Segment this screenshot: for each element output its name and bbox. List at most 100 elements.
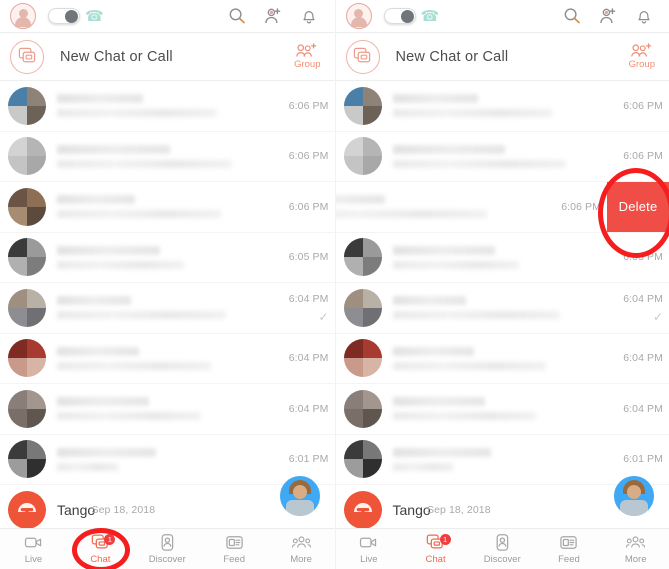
chat-list-item[interactable]: 6:04 PM xyxy=(0,384,335,435)
chat-timestamp: 6:06 PM xyxy=(288,99,329,112)
screenshot-pair: ☎ New Chat or Call Group 6:06 PM 6:06 PM… xyxy=(0,0,669,569)
chat-timestamp: 6:01 PM xyxy=(623,453,663,466)
floating-contact-avatar[interactable] xyxy=(613,475,655,517)
tango-timestamp: Sep 18, 2018 xyxy=(91,503,156,516)
compose-chat-icon[interactable] xyxy=(10,39,44,74)
chat-preview-text xyxy=(392,296,604,320)
chat-list-item[interactable]: 6:05 PM xyxy=(0,232,335,283)
chat-timestamp: 6:01 PM xyxy=(288,453,329,466)
avatar[interactable] xyxy=(343,86,382,125)
tab-live[interactable]: Live xyxy=(336,529,403,569)
chat-preview-text xyxy=(392,397,604,421)
chat-preview-text xyxy=(57,397,269,421)
profile-avatar[interactable] xyxy=(10,3,36,29)
avatar[interactable] xyxy=(343,288,382,327)
group-label: Group xyxy=(628,59,655,70)
tab-live[interactable]: Live xyxy=(0,529,67,569)
tab-chat[interactable]: 1 Chat xyxy=(67,529,134,569)
avatar[interactable] xyxy=(343,238,382,277)
avatar[interactable] xyxy=(8,339,46,378)
chat-list-item[interactable]: 6:06 PM xyxy=(0,182,335,233)
tab-feed[interactable]: Feed xyxy=(536,529,603,569)
tab-label: Discover xyxy=(483,554,521,565)
chat-list-left[interactable]: 6:06 PM 6:06 PM 6:06 PM 6:05 PM 6:04 PM ✓ 6:04… xyxy=(0,81,335,536)
tab-discover[interactable]: Discover xyxy=(469,529,536,569)
bell-icon[interactable] xyxy=(300,7,319,26)
avatar[interactable] xyxy=(8,389,46,428)
chat-timestamp: 6:05 PM xyxy=(623,251,663,264)
chat-preview-text xyxy=(57,245,269,269)
tab-label: Chat xyxy=(90,554,111,565)
new-chat-or-call-row[interactable]: New Chat or Call Group xyxy=(335,33,669,81)
call-toggle[interactable]: ☎ xyxy=(48,8,104,24)
phone-screen-after: ☎ New Chat or Call Group 6:06 PM 6:06 PM… xyxy=(334,0,669,569)
chat-timestamp: 6:06 PM xyxy=(288,200,329,213)
chat-list-item[interactable]: 6:04 PM xyxy=(335,384,669,435)
avatar[interactable] xyxy=(8,288,46,327)
chat-timestamp: 6:04 PM xyxy=(288,352,329,365)
floating-contact-avatar[interactable] xyxy=(278,475,321,517)
chat-list-item[interactable]: 6:04 PM ✓ xyxy=(0,283,335,334)
chat-list-item[interactable]: 6:06 PM xyxy=(335,81,669,132)
avatar[interactable] xyxy=(8,238,46,277)
chat-preview-text xyxy=(57,447,269,471)
avatar[interactable] xyxy=(343,137,382,176)
new-chat-or-call-row[interactable]: New Chat or Call Group xyxy=(0,33,335,81)
phone-icon: ☎ xyxy=(85,7,104,25)
chat-timestamp: 6:06 PM xyxy=(623,150,663,163)
chat-timestamp: 6:04 PM xyxy=(623,292,663,305)
bottom-tab-bar-left[interactable]: Live 1 Chat Discover Feed More xyxy=(0,528,335,569)
tab-badge: 1 xyxy=(439,534,451,545)
chat-preview-text xyxy=(57,195,269,219)
chat-list-item[interactable]: 6:04 PM xyxy=(335,333,669,384)
chat-list-item[interactable]: 6:01 PM xyxy=(335,434,669,485)
chat-list-item[interactable]: 6:06 PM Delete xyxy=(335,182,669,233)
search-icon[interactable] xyxy=(228,7,247,26)
create-group-button[interactable]: Group xyxy=(629,43,659,70)
tango-logo xyxy=(343,490,382,529)
add-contact-icon[interactable] xyxy=(264,7,283,26)
read-receipt-check-icon: ✓ xyxy=(652,309,663,324)
avatar[interactable] xyxy=(8,187,46,226)
avatar[interactable] xyxy=(343,389,382,428)
bell-icon[interactable] xyxy=(634,7,653,26)
add-group-icon xyxy=(296,43,317,57)
call-toggle[interactable]: ☎ xyxy=(383,8,439,24)
chat-list-right[interactable]: 6:06 PM 6:06 PM 6:06 PM Delete 6:05 PM 6:04 P… xyxy=(335,81,669,536)
add-contact-icon[interactable] xyxy=(598,7,617,26)
chat-list-item[interactable]: 6:06 PM xyxy=(0,81,335,132)
chat-timestamp: 6:06 PM xyxy=(623,99,663,112)
chat-list-item[interactable]: 6:06 PM xyxy=(335,131,669,182)
chat-timestamp: 6:06 PM xyxy=(561,200,601,213)
tab-badge: 1 xyxy=(104,534,116,545)
tab-more[interactable]: More xyxy=(268,529,335,569)
delete-button[interactable]: Delete xyxy=(607,182,669,232)
search-icon[interactable] xyxy=(562,7,581,26)
chat-preview-text xyxy=(57,296,269,320)
avatar[interactable] xyxy=(8,137,46,176)
chat-preview-text xyxy=(392,94,604,118)
chat-timestamp: 6:04 PM xyxy=(623,352,663,365)
tab-discover[interactable]: Discover xyxy=(134,529,201,569)
bottom-tab-bar-right[interactable]: Live 1 Chat Discover Feed More xyxy=(335,528,669,569)
avatar[interactable] xyxy=(343,440,382,479)
chat-list-item[interactable]: 6:05 PM xyxy=(335,232,669,283)
tango-name: Tango xyxy=(57,501,96,518)
tab-feed[interactable]: Feed xyxy=(201,529,268,569)
create-group-button[interactable]: Group xyxy=(294,43,324,70)
avatar[interactable] xyxy=(343,339,382,378)
avatar[interactable] xyxy=(8,440,46,479)
chat-list-item[interactable]: 6:04 PM ✓ xyxy=(335,283,669,334)
tab-label: Feed xyxy=(558,554,580,565)
tab-chat[interactable]: 1 Chat xyxy=(402,529,469,569)
status-topbar: ☎ xyxy=(335,0,669,33)
avatar[interactable] xyxy=(8,86,46,125)
chat-list-item[interactable]: 6:01 PM xyxy=(0,434,335,485)
tab-more[interactable]: More xyxy=(602,529,669,569)
chat-preview-text xyxy=(57,144,269,168)
chat-list-item[interactable]: 6:06 PM xyxy=(0,131,335,182)
status-topbar: ☎ xyxy=(0,0,335,33)
profile-avatar[interactable] xyxy=(345,3,372,29)
compose-chat-icon[interactable] xyxy=(345,39,380,74)
chat-list-item[interactable]: 6:04 PM xyxy=(0,333,335,384)
